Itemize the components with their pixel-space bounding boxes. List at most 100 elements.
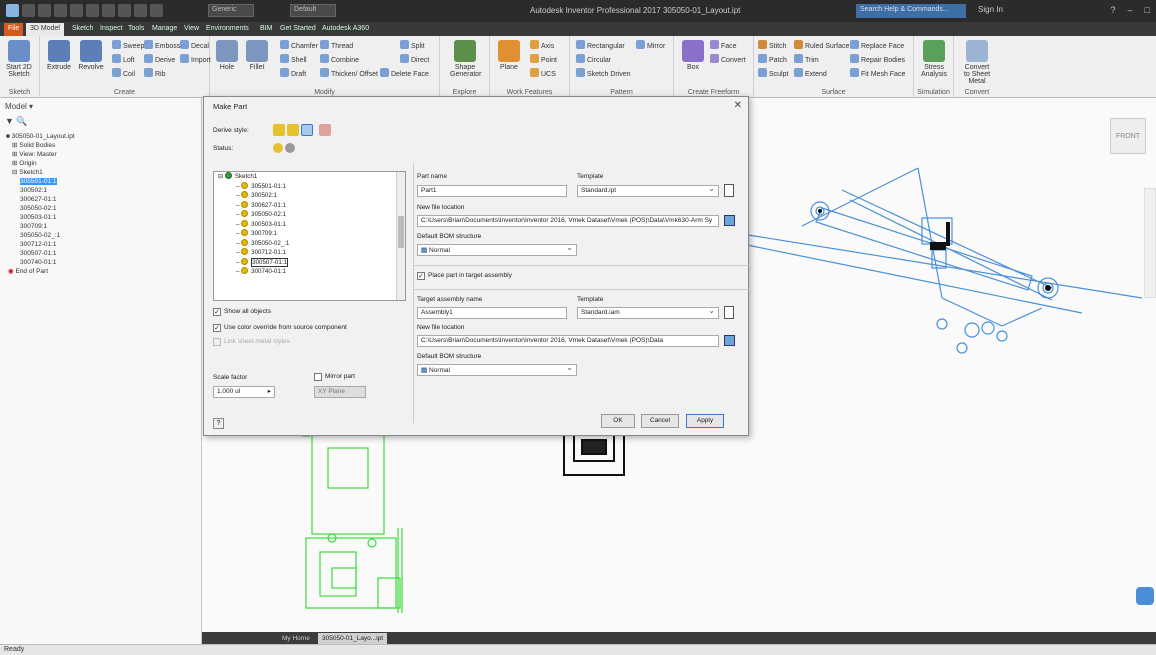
chamfer-button[interactable]: Chamfer: [280, 40, 318, 50]
tree-item-block[interactable]: 300709:1: [6, 222, 75, 231]
tree-item-root[interactable]: ■ 305050-01_Layout.ipt: [6, 132, 75, 141]
navigation-wheel-icon[interactable]: [1136, 587, 1154, 605]
apply-button[interactable]: Apply: [686, 414, 724, 428]
cancel-button[interactable]: Cancel: [641, 414, 679, 428]
tree-item-view-master[interactable]: ⊞ View: Master: [6, 150, 75, 159]
tree-item-block[interactable]: 300712-01:1: [6, 240, 75, 249]
combine-button[interactable]: Combine: [320, 54, 359, 64]
tree-item-origin[interactable]: ⊞ Origin: [6, 159, 75, 168]
place-in-assembly-checkbox[interactable]: ✓: [417, 272, 425, 280]
tree-item-block[interactable]: 300503-01:1: [6, 213, 75, 222]
exclude-icon[interactable]: [285, 143, 295, 153]
ruled-surface-button[interactable]: Ruled Surface: [794, 40, 849, 50]
tree-root-sketch1[interactable]: ⊟ Sketch1: [214, 172, 405, 182]
search-input[interactable]: Search Help & Commands...: [856, 4, 966, 18]
tree-component[interactable]: – 300502:1: [214, 191, 405, 201]
tree-component[interactable]: – 300740-01:1: [214, 267, 405, 277]
help-icon[interactable]: ?: [1111, 5, 1116, 15]
ok-button[interactable]: OK: [601, 414, 635, 428]
rib-button[interactable]: Rib: [144, 68, 166, 78]
tree-item-block[interactable]: 305050-02:1: [6, 204, 75, 213]
derive-composite-icon[interactable]: [301, 124, 313, 136]
extend-button[interactable]: Extend: [794, 68, 827, 78]
tree-component[interactable]: – 305501-01:1: [214, 181, 405, 192]
tree-item-solid-bodies[interactable]: ⊞ Solid Bodies: [6, 141, 75, 150]
assembly-template-select[interactable]: Standard.iam: [577, 307, 719, 319]
hole-button[interactable]: Hole: [212, 40, 242, 71]
tree-item-sketch1[interactable]: ⊟ Sketch1: [6, 168, 75, 177]
save-icon[interactable]: [54, 4, 67, 17]
convert-sheet-metal-button[interactable]: Convert to Sheet Metal: [962, 40, 992, 85]
restore-button[interactable]: □: [1145, 5, 1150, 15]
target-assembly-input[interactable]: Assembly1: [417, 307, 567, 319]
replace-face-button[interactable]: Replace Face: [850, 40, 904, 50]
tab-inspect[interactable]: Inspect: [96, 23, 127, 36]
tree-component[interactable]: – 305050-02_:1: [214, 238, 405, 249]
sketch-driven-button[interactable]: Sketch Driven: [576, 68, 631, 78]
view-cube[interactable]: FRONT: [1110, 118, 1146, 154]
part-bom-select[interactable]: ▤ Normal: [417, 244, 577, 256]
template-browse-icon[interactable]: [724, 306, 734, 319]
shape-generator-button[interactable]: Shape Generator: [450, 40, 482, 78]
tree-component[interactable]: – 305050-02:1: [214, 210, 405, 220]
tree-component[interactable]: – 300712-01:1: [214, 248, 405, 258]
loft-button[interactable]: Loft: [112, 54, 135, 64]
tab-file[interactable]: File: [4, 23, 24, 36]
mirror-part-checkbox[interactable]: [314, 373, 322, 381]
tree-item-block[interactable]: 305050-02_:1: [6, 231, 75, 240]
sign-in-link[interactable]: Sign In: [978, 5, 1003, 14]
decal-button[interactable]: Decal: [180, 40, 209, 50]
ucs-button[interactable]: UCS: [530, 68, 556, 78]
tree-item-end-of-part[interactable]: ◉ End of Part: [6, 267, 75, 276]
delete-face-button[interactable]: Delete Face: [380, 68, 429, 78]
sculpt-button[interactable]: Sculpt: [758, 68, 788, 78]
folder-browse-icon[interactable]: [724, 335, 735, 346]
scrollbar-thumb[interactable]: [398, 216, 404, 248]
mirror-plane-select[interactable]: XY Plane: [314, 386, 366, 398]
tree-item-block[interactable]: 305501-01:1: [6, 177, 75, 186]
direct-button[interactable]: Direct: [400, 54, 429, 64]
trim-button[interactable]: Trim: [794, 54, 819, 64]
link-sheet-metal-checkbox[interactable]: [213, 338, 221, 346]
app-menu-icon[interactable]: [6, 4, 19, 17]
coil-button[interactable]: Coil: [112, 68, 135, 78]
redo-icon[interactable]: [86, 4, 99, 17]
thread-button[interactable]: Thread: [320, 40, 353, 50]
point-button[interactable]: Point: [530, 54, 557, 64]
tree-component[interactable]: – 300507-01:1: [214, 257, 405, 268]
plane-button[interactable]: Plane: [494, 40, 524, 71]
part-name-input[interactable]: Part1: [417, 185, 567, 197]
convert-button[interactable]: Convert: [710, 54, 746, 64]
tree-component[interactable]: – 300627-01:1: [214, 200, 405, 211]
tab-document[interactable]: 305050-01_Layo...ipt: [318, 633, 388, 644]
tab-sketch[interactable]: Sketch: [68, 23, 97, 36]
mirror-button[interactable]: Mirror: [636, 40, 665, 50]
tab-environments[interactable]: Environments: [202, 23, 253, 36]
derive-button[interactable]: Derive: [144, 54, 175, 64]
select-icon[interactable]: [134, 4, 147, 17]
circular-button[interactable]: Circular: [576, 54, 611, 64]
tab-my-home[interactable]: My Home: [278, 633, 314, 644]
component-tree[interactable]: ⊟ Sketch1 – 305501-01:1 – 300502:1 – 300…: [213, 171, 406, 301]
new-icon[interactable]: [22, 4, 35, 17]
face-button[interactable]: Face: [710, 40, 737, 50]
stress-analysis-button[interactable]: Stress Analysis: [919, 40, 949, 78]
tab-bim[interactable]: BIM: [256, 23, 276, 36]
folder-browse-icon[interactable]: [724, 215, 735, 226]
tab-autodesk-a360[interactable]: Autodesk A360: [318, 23, 373, 36]
tab-manage[interactable]: Manage: [148, 23, 181, 36]
fit-mesh-face-button[interactable]: Fit Mesh Face: [850, 68, 905, 78]
emboss-button[interactable]: Emboss: [144, 40, 180, 50]
shell-button[interactable]: Shell: [280, 54, 307, 64]
revolve-button[interactable]: Revolve: [76, 40, 106, 71]
stitch-button[interactable]: Stitch: [758, 40, 787, 50]
fillet-button[interactable]: Fillet: [242, 40, 272, 71]
update-icon[interactable]: [118, 4, 131, 17]
derive-body-icon[interactable]: [319, 124, 331, 136]
draft-button[interactable]: Draft: [280, 68, 306, 78]
part-template-select[interactable]: Standard.ipt: [577, 185, 719, 197]
axis-button[interactable]: Axis: [530, 40, 554, 50]
open-icon[interactable]: [38, 4, 51, 17]
derive-solid-icon[interactable]: [273, 124, 285, 136]
import-button[interactable]: Import: [180, 54, 211, 64]
